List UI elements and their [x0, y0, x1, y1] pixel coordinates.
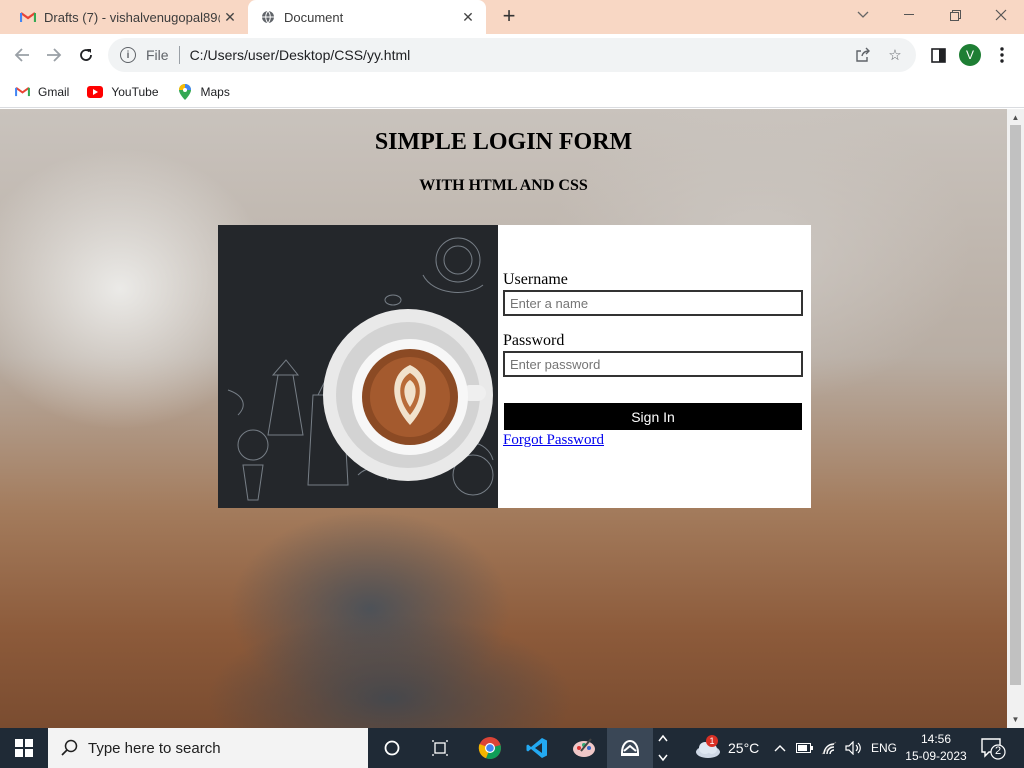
cloud-icon: 1 — [694, 735, 722, 759]
tab-strip: Drafts (7) - vishalvenugopal89@ ✕ Docume… — [0, 0, 1024, 34]
bookmark-maps[interactable]: Maps — [177, 83, 230, 100]
tab-gmail-drafts[interactable]: Drafts (7) - vishalvenugopal89@ ✕ — [8, 0, 248, 34]
bookmark-label: Gmail — [38, 84, 70, 99]
share-icon[interactable] — [852, 44, 874, 66]
close-tab-icon[interactable]: ✕ — [220, 7, 240, 27]
tab-search-icon[interactable] — [840, 0, 886, 30]
volume-icon[interactable] — [845, 728, 863, 768]
login-form: Username Password Sign In Forgot Passwor… — [503, 225, 803, 508]
username-label: Username — [503, 271, 568, 288]
scroll-down-icon[interactable]: ▼ — [1007, 712, 1024, 726]
task-view-icon[interactable] — [417, 728, 463, 768]
notification-center-icon[interactable]: 2 — [980, 736, 1006, 760]
gmail-icon — [14, 84, 30, 100]
tab-title: Document — [284, 9, 344, 25]
minimize-button[interactable] — [886, 0, 932, 30]
clock-time: 14:56 — [920, 732, 952, 746]
cortana-icon[interactable] — [369, 728, 415, 768]
restore-button[interactable] — [932, 0, 978, 30]
menu-kebab-icon[interactable] — [991, 44, 1013, 66]
forward-button[interactable] — [41, 42, 67, 68]
globe-icon — [260, 9, 276, 25]
chrome-taskbar-icon[interactable] — [467, 728, 513, 768]
password-label: Password — [503, 332, 565, 349]
browser-toolbar: i File C:/Users/user/Desktop/CSS/yy.html… — [0, 34, 1024, 76]
address-bar[interactable]: i File C:/Users/user/Desktop/CSS/yy.html… — [108, 38, 916, 72]
new-tab-button[interactable]: + — [498, 5, 520, 28]
search-placeholder: Type here to search — [88, 739, 221, 757]
forgot-password-link[interactable]: Forgot Password — [503, 432, 604, 449]
profile-avatar[interactable]: V — [959, 44, 981, 66]
vscode-taskbar-icon[interactable] — [514, 728, 560, 768]
language-indicator[interactable]: ENG — [871, 728, 897, 768]
bookmark-gmail[interactable]: Gmail — [14, 84, 69, 100]
username-input[interactable] — [503, 290, 803, 316]
windows-start-button[interactable] — [0, 728, 48, 768]
taskbar-search-box[interactable]: Type here to search — [48, 728, 368, 768]
snipping-tool-taskbar-icon[interactable] — [607, 728, 653, 768]
url-scheme: File — [146, 47, 169, 63]
bookmark-label: Maps — [200, 84, 230, 99]
info-icon[interactable]: i — [120, 47, 136, 63]
coffee-cup-image — [218, 225, 498, 508]
show-hidden-icons[interactable] — [774, 728, 786, 768]
maps-icon — [177, 83, 193, 100]
close-tab-icon[interactable]: ✕ — [458, 7, 478, 27]
tab-document[interactable]: Document ✕ — [248, 0, 486, 34]
clock-date: 15-09-2023 — [905, 749, 967, 763]
login-card: Username Password Sign In Forgot Passwor… — [218, 225, 811, 508]
side-panel-icon[interactable] — [927, 44, 949, 66]
scroll-thumb[interactable] — [1010, 125, 1021, 685]
bookmarks-bar: Gmail YouTube Maps — [0, 76, 1024, 108]
weather-widget[interactable]: 1 25°C — [694, 728, 759, 768]
gmail-icon — [20, 9, 36, 25]
weather-temp: 25°C — [728, 740, 760, 756]
windows-taskbar: Type here to search 1 25°C ENG 14:56 15-… — [0, 728, 1024, 768]
page-scrollbar[interactable]: ▲ ▼ — [1007, 109, 1024, 728]
password-input[interactable] — [503, 351, 803, 377]
battery-icon[interactable] — [796, 728, 814, 768]
page-viewport: SIMPLE LOGIN FORM WITH HTML AND CSS User… — [0, 109, 1007, 728]
page-title: SIMPLE LOGIN FORM — [374, 129, 633, 155]
system-clock[interactable]: 14:56 15-09-2023 — [904, 731, 968, 765]
wifi-icon[interactable] — [821, 728, 837, 768]
search-icon — [60, 738, 80, 758]
reload-button[interactable] — [73, 42, 99, 68]
divider — [178, 46, 180, 64]
scroll-up-icon[interactable]: ▲ — [1007, 110, 1024, 124]
back-button[interactable] — [9, 42, 35, 68]
url-text[interactable]: C:/Users/user/Desktop/CSS/yy.html — [190, 47, 852, 63]
close-window-button[interactable] — [978, 0, 1024, 30]
bookmark-star-icon[interactable]: ☆ — [884, 44, 906, 66]
taskbar-scroll-arrows[interactable] — [652, 728, 674, 768]
tab-title: Drafts (7) - vishalvenugopal89@ — [44, 9, 220, 25]
bookmark-youtube[interactable]: YouTube — [87, 84, 159, 100]
notification-count: 2 — [994, 745, 1002, 757]
paint-taskbar-icon[interactable] — [561, 728, 607, 768]
youtube-icon — [87, 84, 104, 100]
weather-badge: 1 — [706, 735, 718, 747]
bookmark-label: YouTube — [111, 84, 159, 99]
page-subtitle: WITH HTML AND CSS — [419, 177, 588, 194]
sign-in-button[interactable]: Sign In — [504, 403, 802, 430]
